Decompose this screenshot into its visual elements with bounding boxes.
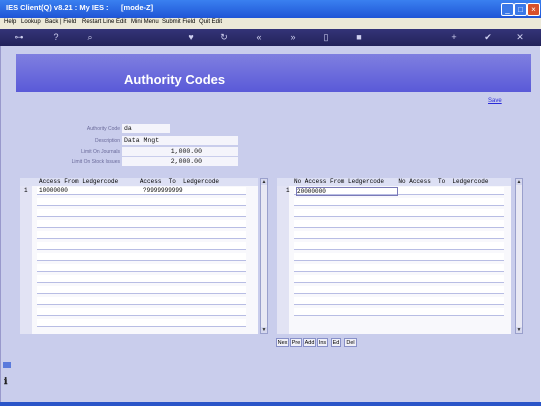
- no-access-from-cell[interactable]: 20000000: [296, 187, 398, 196]
- delete-button[interactable]: Del: [344, 338, 357, 347]
- access-from-cell[interactable]: 10000000: [39, 187, 68, 195]
- minimize-button[interactable]: _: [501, 3, 514, 16]
- maximize-button[interactable]: □: [514, 3, 527, 16]
- limit-journals-field[interactable]: 1,000.00: [122, 147, 238, 156]
- access-grid: Access From Ledgercode Access To Ledgerc…: [20, 178, 258, 334]
- table-row[interactable]: [294, 198, 504, 206]
- table-row[interactable]: [294, 231, 504, 239]
- table-row[interactable]: [294, 264, 504, 272]
- forward-icon[interactable]: »: [287, 31, 299, 44]
- edit-button[interactable]: Ed: [331, 338, 341, 347]
- save-link[interactable]: Save: [488, 98, 502, 104]
- page-title: Authority Codes: [124, 72, 226, 87]
- no-access-row-number: 1: [286, 187, 290, 194]
- no-access-grid-rownums: [277, 186, 289, 334]
- page-icon[interactable]: ▯: [320, 31, 332, 44]
- authority-code-label: Authority Code: [86, 126, 120, 132]
- next-button[interactable]: Nex: [276, 338, 289, 347]
- add-icon[interactable]: +: [448, 31, 460, 44]
- access-grid-rownums: [20, 186, 32, 334]
- description-label: Description: [94, 138, 120, 144]
- no-access-grid-scrollbar[interactable]: ▲ ▼: [515, 178, 523, 334]
- access-row-number: 1: [24, 187, 28, 194]
- table-row[interactable]: [294, 220, 504, 228]
- table-row[interactable]: [37, 264, 246, 272]
- menu-restart-line-edit[interactable]: Restart Line Edit: [82, 19, 126, 25]
- search-icon[interactable]: ⌕: [84, 31, 96, 44]
- table-row[interactable]: [37, 209, 246, 217]
- table-row[interactable]: [37, 231, 246, 239]
- menu-submit-field[interactable]: Submit Field: [162, 19, 195, 25]
- table-row[interactable]: [294, 242, 504, 250]
- limit-stock-issues-field[interactable]: 2,000.00: [122, 157, 238, 166]
- menu-mini-menu[interactable]: Mini Menu: [131, 19, 159, 25]
- scroll-up-arrow-icon[interactable]: ▲: [261, 179, 267, 185]
- info-icon[interactable]: ℹ: [4, 376, 7, 387]
- app-window: IES Client(Q) v8.21 : My IES : [mode-Z] …: [0, 0, 541, 406]
- status-bar: [0, 402, 541, 406]
- scroll-up-arrow-icon[interactable]: ▲: [516, 179, 522, 185]
- heart-icon[interactable]: ♥: [185, 31, 197, 44]
- no-access-grid: No Access From Ledgercode No Access To L…: [277, 178, 511, 334]
- page-header: Authority Codes: [16, 54, 531, 92]
- key-icon[interactable]: ⊶: [8, 31, 30, 44]
- menu-quit-edit[interactable]: Quit Edit: [199, 19, 222, 25]
- table-row[interactable]: [37, 297, 246, 305]
- table-row[interactable]: [294, 308, 504, 316]
- refresh-icon[interactable]: ↻: [218, 31, 230, 44]
- access-grid-header: Access From Ledgercode Access To Ledgerc…: [20, 178, 258, 186]
- menu-back-field[interactable]: Back | Field: [45, 19, 76, 25]
- table-row[interactable]: [294, 297, 504, 305]
- previous-button[interactable]: Pre: [290, 338, 302, 347]
- authority-code-field[interactable]: da: [122, 124, 170, 133]
- no-access-grid-header: No Access From Ledgercode No Access To L…: [277, 178, 511, 186]
- table-row[interactable]: [37, 253, 246, 261]
- scroll-down-arrow-icon[interactable]: ▼: [516, 327, 522, 333]
- description-field[interactable]: Data Mngt: [122, 136, 238, 145]
- limit-journals-label: Limit On Journals: [81, 149, 120, 155]
- table-row[interactable]: 20000000: [294, 187, 504, 196]
- add-button[interactable]: Add: [303, 338, 316, 347]
- window-title: IES Client(Q) v8.21 : My IES : [mode-Z]: [6, 3, 154, 12]
- menu-lookup[interactable]: Lookup: [21, 19, 41, 25]
- menu-bar: Help Lookup Back | Field Restart Line Ed…: [0, 18, 541, 29]
- close-window-button[interactable]: ×: [527, 3, 540, 16]
- menu-help[interactable]: Help: [4, 19, 16, 25]
- access-grid-scrollbar[interactable]: ▲ ▼: [260, 178, 268, 334]
- table-row[interactable]: [294, 275, 504, 283]
- access-to-cell[interactable]: ?9999999999: [143, 187, 183, 195]
- table-row[interactable]: [37, 198, 246, 206]
- scroll-down-arrow-icon[interactable]: ▼: [261, 327, 267, 333]
- table-row[interactable]: [37, 308, 246, 316]
- table-row[interactable]: [294, 253, 504, 261]
- check-icon[interactable]: ✔: [482, 31, 494, 44]
- table-row[interactable]: [37, 242, 246, 250]
- limit-stock-issues-label: Limit On Stock Issues: [71, 159, 120, 165]
- left-side-panel: ℹ: [0, 360, 14, 400]
- table-row[interactable]: [37, 220, 246, 228]
- copy-icon[interactable]: ■: [353, 31, 365, 44]
- table-row[interactable]: [37, 319, 246, 327]
- panel-tab-icon[interactable]: [3, 362, 11, 368]
- table-row[interactable]: [294, 209, 504, 217]
- table-row[interactable]: [37, 286, 246, 294]
- table-row[interactable]: [294, 286, 504, 294]
- close-icon[interactable]: ✕: [514, 31, 526, 44]
- insert-button[interactable]: Ins: [317, 338, 328, 347]
- help-icon[interactable]: ?: [50, 31, 62, 44]
- table-row[interactable]: 10000000 ?9999999999: [37, 187, 246, 195]
- title-bar: IES Client(Q) v8.21 : My IES : [mode-Z] …: [0, 0, 541, 18]
- table-row[interactable]: [37, 275, 246, 283]
- back-icon[interactable]: «: [253, 31, 265, 44]
- toolbar: ⊶ ? ⌕ ♥ ↻ « » ▯ ■ + ✔ ✕: [0, 29, 541, 46]
